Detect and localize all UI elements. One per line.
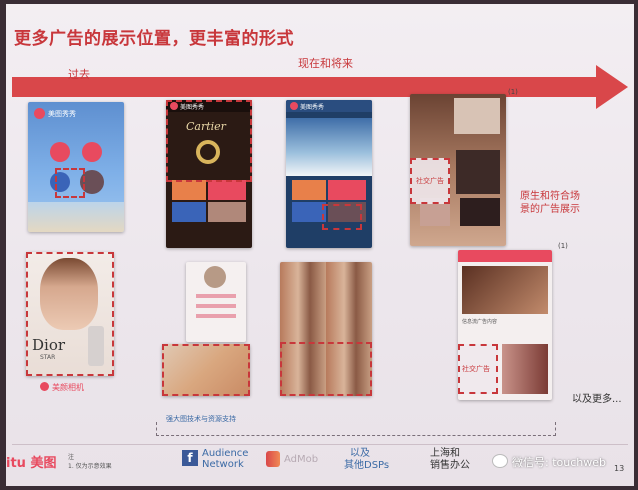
now-label: 现在和将来 [298, 57, 353, 70]
office-label-2: 销售办公 [430, 460, 470, 471]
slide-title: 更多广告的展示位置，更丰富的形式 [14, 29, 294, 49]
wechat-icon [492, 454, 508, 468]
slide: 更多广告的展示位置，更丰富的形式 过去 现在和将来 美图秀秀 Dior STAR… [6, 4, 634, 486]
more-text: 以及更多... [572, 394, 622, 405]
app-logo-icon [290, 102, 298, 110]
admob-label: AdMob [284, 454, 319, 465]
app-name: 美图秀秀 [300, 104, 325, 111]
panel-2-profile [186, 262, 246, 342]
app-logo-icon [34, 108, 45, 119]
ad-highlight [322, 204, 362, 230]
page-number: 13 [614, 464, 625, 473]
facebook-icon: f [182, 450, 198, 466]
footer-note-2: 1. 仅为示意效果 [68, 463, 112, 470]
feed-caption: 信息流广告内容 [462, 319, 498, 325]
ad-highlight [280, 342, 372, 396]
facebook-label-2: Network [202, 459, 244, 470]
app-label: 美颜相机 [52, 383, 84, 392]
support-text: 强大图技术与资源支持 [166, 415, 236, 423]
dsp-label-2: 其他DSPs [344, 460, 390, 471]
footnote: (1) [508, 88, 518, 96]
panel-1-phone: 美图秀秀 [28, 102, 124, 232]
footer-divider [12, 444, 628, 445]
past-label: 过去 [68, 68, 90, 81]
facebook-label-1: Audience [202, 448, 249, 459]
avatar [204, 266, 226, 288]
wave-image [286, 118, 372, 176]
footnote: (1) [558, 242, 568, 250]
beauty-cam-icon [40, 382, 49, 391]
edit-photo-icon [50, 142, 70, 162]
ad-tag: 社交广告 [416, 177, 444, 185]
brand-logo: itu 美图 [6, 456, 57, 471]
app-name: 美图秀秀 [48, 110, 76, 118]
camera-icon [82, 142, 102, 162]
admob-icon [266, 451, 280, 467]
footer-note-1: 注 [68, 454, 75, 461]
watermark-text: 微信号: touchweb [512, 456, 606, 469]
dsp-label-1: 以及 [350, 448, 370, 459]
timeline-arrow-head [596, 65, 628, 109]
native-ad-note: 原生和符合场景的广告展示 [520, 191, 580, 215]
ad-tag: 社交广告 [462, 365, 490, 373]
ad-highlight [26, 252, 114, 376]
office-label-1: 上海和 [430, 448, 460, 459]
ad-highlight [166, 100, 252, 182]
support-bracket [156, 422, 556, 436]
ad-highlight [162, 344, 250, 396]
ad-highlight [55, 168, 85, 198]
